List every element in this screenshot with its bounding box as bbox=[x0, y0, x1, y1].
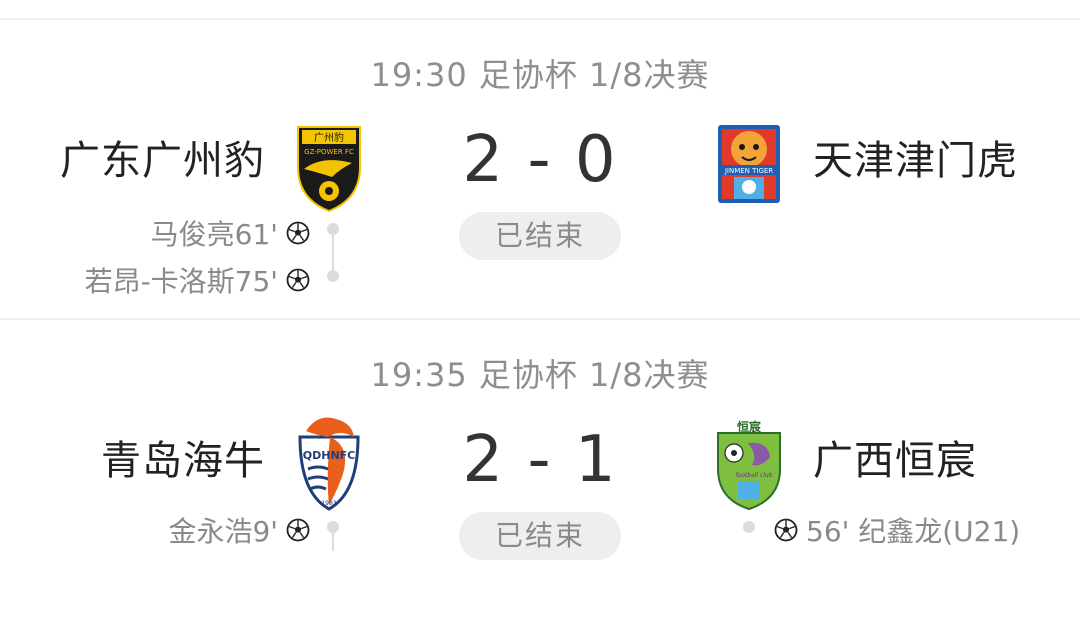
goal-event: 金永浩9' bbox=[168, 510, 310, 550]
qd-logo-year: 1993 bbox=[321, 500, 336, 507]
gx-logo-sub: football club bbox=[735, 472, 772, 479]
away-team-name[interactable]: 天津津门虎 bbox=[813, 128, 1018, 186]
goal-scorer: 56' 纪鑫龙(U21) bbox=[806, 515, 1021, 548]
goal-event: 56' 纪鑫龙(U21) bbox=[774, 510, 1020, 550]
match-card[interactable]: 19:35 足协杯 1/8决赛 青岛海牛 QDHNFC 1993 2 - 1 恒… bbox=[0, 320, 1080, 620]
goal-scorer: 马俊亮61' bbox=[150, 218, 278, 251]
soccer-ball-icon bbox=[286, 518, 310, 542]
soccer-ball-icon bbox=[286, 268, 310, 292]
soccer-ball-icon bbox=[286, 221, 310, 245]
home-team-name[interactable]: 广东广州豹 bbox=[60, 128, 265, 186]
gz-logo-text: 广州豹 bbox=[314, 131, 344, 144]
match-time-competition: 19:35 足协杯 1/8决赛 bbox=[370, 356, 710, 394]
guangxi-hengchen-logo-icon[interactable]: 恒宸 football club bbox=[712, 407, 786, 515]
goal-event: 若昂-卡洛斯75' bbox=[85, 260, 310, 300]
qd-logo-text: QDHNFC bbox=[303, 449, 355, 462]
score: 2 - 1 bbox=[462, 423, 618, 497]
soccer-ball-icon bbox=[774, 518, 798, 542]
gx-logo-text: 恒宸 bbox=[737, 419, 762, 434]
away-team-name[interactable]: 广西恒宸 bbox=[813, 428, 977, 486]
qingdao-hainiu-logo-icon[interactable]: QDHNFC 1993 bbox=[292, 407, 366, 515]
match-status-badge: 已结束 bbox=[459, 512, 621, 560]
home-team-name[interactable]: 青岛海牛 bbox=[101, 428, 265, 486]
timeline-line bbox=[332, 233, 334, 271]
timeline-dot bbox=[327, 270, 339, 282]
match-status-badge: 已结束 bbox=[459, 212, 621, 260]
gz-logo-sub: GZ-POWER FC bbox=[304, 148, 354, 156]
goal-scorer: 金永浩9' bbox=[168, 515, 278, 548]
match-card[interactable]: 19:30 足协杯 1/8决赛 广东广州豹 广州豹 GZ-POWER FC 2 … bbox=[0, 20, 1080, 320]
gz-power-logo-icon[interactable]: 广州豹 GZ-POWER FC bbox=[292, 107, 366, 215]
goal-event: 马俊亮61' bbox=[151, 213, 310, 253]
timeline-line bbox=[332, 531, 334, 551]
tianjin-tiger-logo-icon[interactable]: JINMEN TIGER bbox=[712, 107, 786, 215]
score: 2 - 0 bbox=[462, 123, 618, 197]
goal-scorer: 若昂-卡洛斯75' bbox=[84, 265, 278, 298]
match-time-competition: 19:30 足协杯 1/8决赛 bbox=[370, 56, 710, 94]
tj-logo-text: JINMEN TIGER bbox=[724, 167, 773, 175]
timeline-dot bbox=[743, 521, 755, 533]
